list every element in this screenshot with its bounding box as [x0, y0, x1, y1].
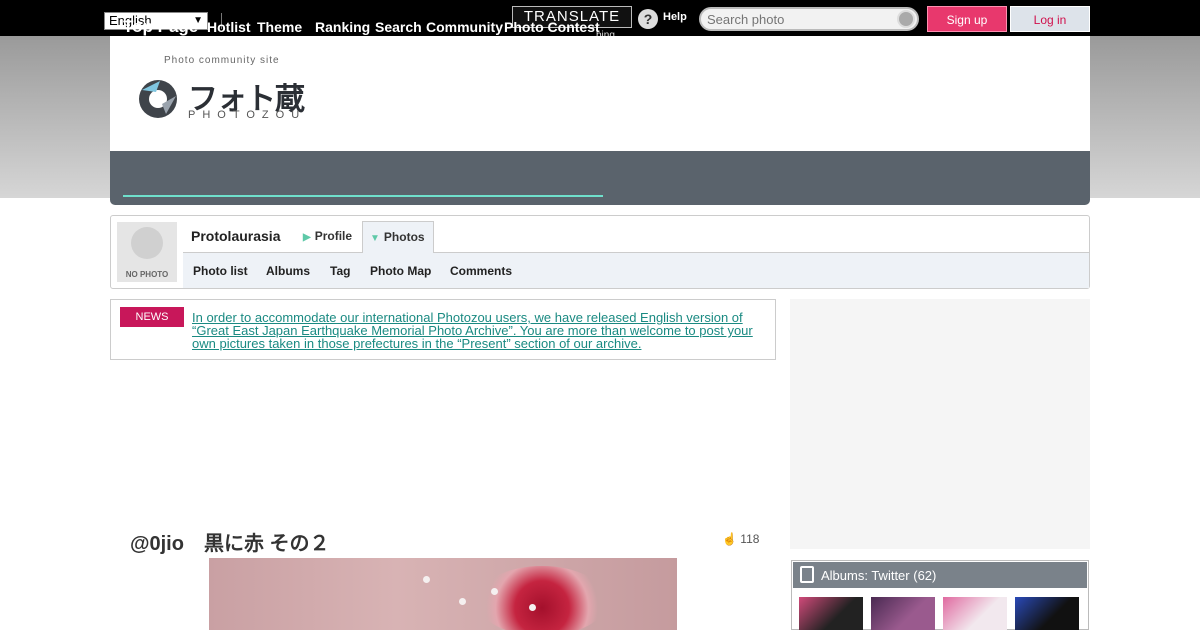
album-thumbnail[interactable] — [871, 597, 935, 630]
subnav-tag[interactable]: Tag — [330, 264, 350, 278]
tab-profile[interactable]: ▶ Profile — [303, 229, 352, 243]
nav-hotlist[interactable]: Hotlist — [207, 19, 251, 35]
album-book-icon — [800, 566, 814, 583]
signup-button[interactable]: Sign up — [927, 6, 1007, 32]
album-thumbnail[interactable] — [799, 597, 863, 630]
subnav-photo-map[interactable]: Photo Map — [370, 264, 431, 278]
logo-camera-icon[interactable] — [136, 78, 184, 120]
nav-community[interactable]: Community — [426, 19, 503, 35]
pearl-detail — [423, 576, 430, 583]
views-value: 118 — [740, 532, 760, 546]
views-icon: ☝ — [722, 532, 737, 546]
nav-search[interactable]: Search — [375, 19, 422, 35]
pearl-detail — [491, 588, 498, 595]
search-input[interactable] — [699, 7, 919, 31]
nav-top-page[interactable]: Top Page — [123, 17, 198, 37]
search-icon[interactable] — [897, 10, 915, 28]
photo-title: @0jio 黒に赤 その２ — [130, 533, 330, 555]
avatar-placeholder-icon — [131, 227, 163, 259]
avatar-label: NO PHOTO — [125, 270, 169, 279]
photo-image[interactable] — [209, 558, 677, 630]
news-badge: NEWS — [120, 307, 184, 327]
triangle-down-icon: ▼ — [370, 233, 380, 244]
view-count: ☝ 118 — [722, 532, 759, 546]
nav-photo-contest[interactable]: Photo Contest — [504, 19, 600, 35]
tab-profile-label: Profile — [314, 229, 353, 243]
albums-title: Albums: Twitter — [821, 568, 910, 583]
album-thumbnail[interactable] — [1015, 597, 1079, 630]
logo-english: PHOTOZOU — [188, 109, 307, 121]
profile-subnav — [183, 252, 1089, 288]
help-icon[interactable]: ? — [638, 9, 658, 29]
albums-header[interactable]: Albums: Twitter (62) — [793, 562, 1087, 588]
user-name[interactable]: Protolaurasia — [191, 228, 280, 244]
tab-photos-label: Photos — [383, 230, 425, 244]
flower-detail — [477, 566, 607, 630]
logo-tagline: Photo community site — [164, 55, 280, 66]
news-link[interactable]: In order to accommodate our internationa… — [192, 311, 762, 350]
nav-theme[interactable]: Theme — [257, 19, 302, 35]
nav-active-underline — [123, 195, 603, 197]
login-button[interactable]: Log in — [1010, 6, 1090, 32]
album-thumbnail[interactable] — [943, 597, 1007, 630]
nav-ranking[interactable]: Ranking — [315, 19, 370, 35]
albums-count: (62) — [913, 568, 937, 583]
subnav-comments[interactable]: Comments — [450, 264, 512, 278]
pearl-detail — [529, 604, 536, 611]
subnav-photo-list[interactable]: Photo list — [193, 264, 248, 278]
sidebar-ad-space — [790, 299, 1090, 549]
tab-photos[interactable]: ▼ Photos — [362, 221, 434, 253]
pearl-detail — [459, 598, 466, 605]
triangle-right-icon: ▶ — [303, 232, 311, 243]
help-link[interactable]: Help — [663, 11, 687, 23]
subnav-albums[interactable]: Albums — [266, 264, 310, 278]
